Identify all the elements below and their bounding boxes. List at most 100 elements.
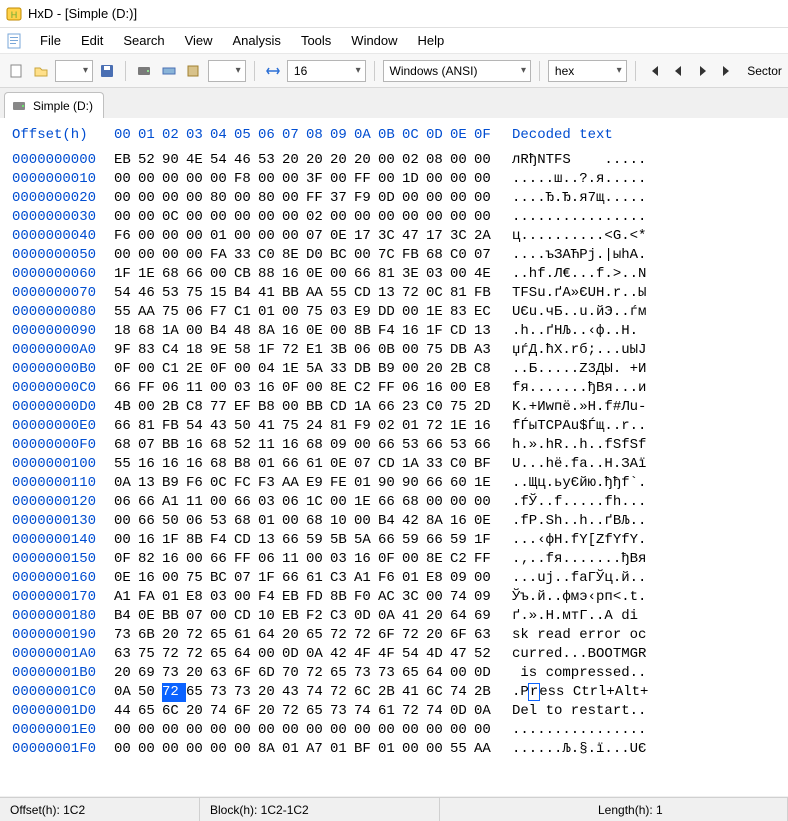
decoded-text[interactable]: ..Б.....Z3ДЫ. +И [512,360,646,379]
hex-byte[interactable]: AA [282,474,306,493]
hex-byte[interactable]: 00 [450,151,474,170]
hex-byte[interactable]: 0D [354,607,378,626]
hex-byte[interactable]: AA [306,284,330,303]
hex-byte[interactable]: 0F [378,550,402,569]
hex-byte[interactable]: 7C [378,246,402,265]
hex-byte[interactable]: 08 [426,151,450,170]
hex-byte[interactable]: 65 [306,702,330,721]
hex-byte[interactable]: 13 [258,531,282,550]
hex-byte[interactable]: 0B [378,341,402,360]
hex-byte[interactable]: 00 [426,740,450,759]
hex-byte[interactable]: 00 [354,512,378,531]
hex-row[interactable]: 00000001005516161668B80166610E07CD1A33C0… [12,455,782,474]
hex-byte[interactable]: 00 [282,721,306,740]
hex-byte[interactable]: BB [162,436,186,455]
hex-byte[interactable]: 00 [330,493,354,512]
hex-byte[interactable]: EB [282,588,306,607]
hex-byte[interactable]: 8A [258,740,282,759]
hex-byte[interactable]: 06 [186,303,210,322]
hex-byte[interactable]: 0A [306,645,330,664]
hex-byte[interactable]: 0E [138,607,162,626]
hex-byte[interactable]: 00 [162,170,186,189]
hex-byte[interactable]: 00 [282,398,306,417]
hex-byte[interactable]: 63 [210,664,234,683]
decoded-text[interactable]: fя.......ђВя...и [512,379,646,398]
hex-byte[interactable]: 20 [354,151,378,170]
hex-byte[interactable]: 74 [210,702,234,721]
hex-byte[interactable]: 16 [474,417,498,436]
hex-byte[interactable]: 68 [162,265,186,284]
hex-byte[interactable]: 0E [306,265,330,284]
hex-byte[interactable]: FF [474,550,498,569]
hex-byte[interactable]: 1A [354,398,378,417]
hex-byte[interactable]: 02 [402,151,426,170]
process-button[interactable] [183,59,203,83]
hex-byte[interactable]: FF [354,170,378,189]
hex-byte[interactable]: C4 [162,341,186,360]
hex-byte[interactable]: 09 [450,569,474,588]
hex-row[interactable]: 00000000705446537515B441BBAA55CD13720C81… [12,284,782,303]
decoded-text[interactable]: U...hё.fa..Н.ЗАї [512,455,646,474]
hex-byte[interactable]: 66 [114,379,138,398]
hex-byte[interactable]: 65 [210,626,234,645]
hex-byte[interactable]: 01 [258,303,282,322]
decoded-text[interactable]: TFSu.ґA»ЄUН.r..Ы [512,284,646,303]
hex-byte[interactable]: 0D [282,645,306,664]
hex-byte[interactable]: FA [138,588,162,607]
hex-byte[interactable]: 00 [186,246,210,265]
hex-byte[interactable]: 23 [402,398,426,417]
hex-byte[interactable]: CD [354,284,378,303]
hex-byte[interactable]: 2D [474,398,498,417]
hex-byte[interactable]: 00 [450,721,474,740]
decoded-text[interactable]: curred...BOOTMGR [512,645,646,664]
hex-byte[interactable]: 41 [402,683,426,702]
hex-byte[interactable]: 16 [258,379,282,398]
hex-byte[interactable]: 66 [354,265,378,284]
decoded-text[interactable]: ґ.».Н.мтГ..A di [512,607,638,626]
decoded-text[interactable]: .Press Ctrl+Alt+ [512,683,648,702]
hex-byte[interactable]: 06 [258,550,282,569]
hex-row[interactable]: 0000000180B40EBB0700CD10EBF2C30D0A412064… [12,607,782,626]
decoded-text[interactable]: ....ъЗАЋРј.|ыhА. [512,246,646,265]
hex-byte[interactable]: 0A [114,683,138,702]
hex-byte[interactable]: B9 [162,474,186,493]
hex-byte[interactable]: 00 [114,740,138,759]
hex-byte[interactable]: 16 [186,436,210,455]
hex-byte[interactable]: C2 [354,379,378,398]
hex-byte[interactable]: EB [114,151,138,170]
hex-byte[interactable]: 16 [450,512,474,531]
hex-byte[interactable]: A1 [162,493,186,512]
decoded-text[interactable]: .h..ґHЉ..‹ф..Н. [512,322,638,341]
hex-byte[interactable]: 8A [258,322,282,341]
hex-byte[interactable]: 73 [162,664,186,683]
nav-next-button[interactable] [692,59,712,83]
hex-byte[interactable]: 00 [426,189,450,208]
hex-byte[interactable]: 90 [162,151,186,170]
hex-byte[interactable]: 02 [378,417,402,436]
hex-byte[interactable]: C0 [450,455,474,474]
hex-byte[interactable]: 11 [186,493,210,512]
hex-byte[interactable]: 00 [474,721,498,740]
hex-byte[interactable]: 61 [306,569,330,588]
hex-byte[interactable]: 2E [186,360,210,379]
hex-byte[interactable]: FD [306,588,330,607]
hex-byte[interactable]: 20 [258,683,282,702]
hex-byte[interactable]: 16 [282,322,306,341]
hex-byte[interactable]: F4 [258,588,282,607]
hex-byte[interactable]: 66 [114,417,138,436]
hex-byte[interactable]: 06 [114,493,138,512]
hex-byte[interactable]: 00 [234,588,258,607]
menu-tools[interactable]: Tools [291,30,341,51]
hex-byte[interactable]: 55 [114,303,138,322]
hex-byte[interactable]: 2B [450,360,474,379]
hex-byte[interactable]: 81 [450,284,474,303]
hex-byte[interactable]: 00 [426,493,450,512]
hex-byte[interactable]: 06 [402,379,426,398]
hex-row[interactable]: 00000001300066500653680100681000B4428A16… [12,512,782,531]
hex-byte[interactable]: 53 [210,512,234,531]
hex-byte[interactable]: C3 [330,607,354,626]
hex-byte[interactable]: F9 [354,189,378,208]
hex-byte[interactable]: 80 [210,189,234,208]
hex-byte[interactable]: FB [474,284,498,303]
menu-analysis[interactable]: Analysis [223,30,291,51]
